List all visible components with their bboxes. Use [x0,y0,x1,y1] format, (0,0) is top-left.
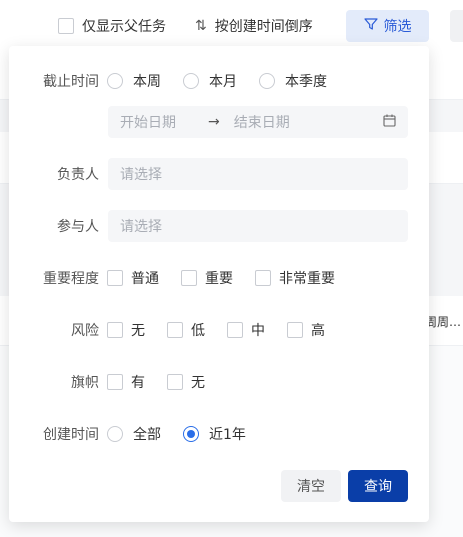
end-date-input[interactable]: 结束日期 [234,112,290,132]
risk-option-medium[interactable]: 中 [227,320,265,340]
clear-button[interactable]: 清空 [281,470,341,502]
checkbox-icon[interactable] [227,322,243,338]
importance-option-important[interactable]: 重要 [181,268,233,288]
created-row: 创建时间 全部 近1年 [9,421,429,447]
start-date-input[interactable]: 开始日期 [120,112,176,132]
owner-placeholder: 请选择 [120,167,162,183]
toolbar-more-button[interactable] [450,10,463,42]
radio-icon[interactable] [107,73,123,89]
radio-icon[interactable] [259,73,275,89]
option-label: 非常重要 [279,271,335,287]
date-range-picker[interactable]: 开始日期 → 结束日期 [108,106,408,138]
parent-only-label: 仅显示父任务 [82,19,166,35]
option-label: 高 [311,323,325,339]
owner-select[interactable]: 请选择 [108,158,408,190]
importance-label: 重要程度 [43,271,99,287]
range-arrow-icon: → [208,114,220,130]
importance-option-normal[interactable]: 普通 [107,268,159,288]
participant-label: 参与人 [57,219,99,235]
deadline-option-week[interactable]: 本周 [107,71,161,91]
option-label: 重要 [205,271,233,287]
option-label: 低 [191,323,205,339]
checkbox-icon[interactable] [167,374,183,390]
deadline-option-month[interactable]: 本月 [183,71,237,91]
radio-icon[interactable] [183,73,199,89]
list-cell-text: 周周… [424,315,461,329]
option-label: 全部 [133,427,161,443]
radio-selected-icon[interactable] [183,426,199,442]
flag-option-no[interactable]: 无 [167,372,205,392]
toolbar: 仅显示父任务 ⇅ 按创建时间倒序 筛选 [0,0,463,46]
option-label: 有 [131,375,145,391]
sort-button[interactable]: ⇅ 按创建时间倒序 [195,10,313,42]
filter-label: 筛选 [383,19,412,35]
participant-select[interactable]: 请选择 [108,210,408,242]
option-label: 本月 [209,74,237,90]
importance-option-very-important[interactable]: 非常重要 [255,268,335,288]
flag-option-yes[interactable]: 有 [107,372,145,392]
checkbox-icon[interactable] [107,322,123,338]
sort-label: 按创建时间倒序 [214,19,313,35]
flag-label: 旗帜 [71,375,99,391]
funnel-icon [363,17,378,35]
risk-row: 风险 无 低 中 高 [9,317,429,343]
owner-label: 负责人 [57,167,99,183]
option-label: 本季度 [285,74,327,90]
checkbox-icon[interactable] [107,374,123,390]
created-option-1year[interactable]: 近1年 [183,424,246,444]
option-label: 中 [251,323,265,339]
option-label: 本周 [133,74,161,90]
created-option-all[interactable]: 全部 [107,424,161,444]
option-label: 普通 [131,271,159,287]
filter-popover: 截止时间 本周 本月 本季度 开始日期 → 结束日期 负责人 请选择 参与人 请… [9,46,429,522]
query-button[interactable]: 查询 [348,470,408,502]
option-label: 无 [131,323,145,339]
risk-option-low[interactable]: 低 [167,320,205,340]
calendar-icon [383,114,396,131]
importance-row: 重要程度 普通 重要 非常重要 [9,265,429,291]
created-label: 创建时间 [43,427,99,443]
deadline-label: 截止时间 [43,74,99,90]
checkbox-icon[interactable] [255,270,271,286]
checkbox-icon[interactable] [167,322,183,338]
flag-row: 旗帜 有 无 [9,369,429,395]
risk-option-high[interactable]: 高 [287,320,325,340]
option-label: 近1年 [209,427,246,443]
checkbox-icon[interactable] [181,270,197,286]
risk-option-none[interactable]: 无 [107,320,145,340]
participant-placeholder: 请选择 [120,219,162,235]
option-label: 无 [191,375,205,391]
risk-label: 风险 [71,323,99,339]
filter-button[interactable]: 筛选 [346,10,429,42]
radio-icon[interactable] [107,426,123,442]
deadline-row: 截止时间 本周 本月 本季度 [9,68,429,94]
parent-only-checkbox[interactable] [58,18,74,34]
checkbox-icon[interactable] [287,322,303,338]
parent-only-toggle[interactable]: 仅显示父任务 [58,10,166,42]
deadline-option-quarter[interactable]: 本季度 [259,71,327,91]
checkbox-icon[interactable] [107,270,123,286]
sort-icon: ⇅ [195,18,207,34]
